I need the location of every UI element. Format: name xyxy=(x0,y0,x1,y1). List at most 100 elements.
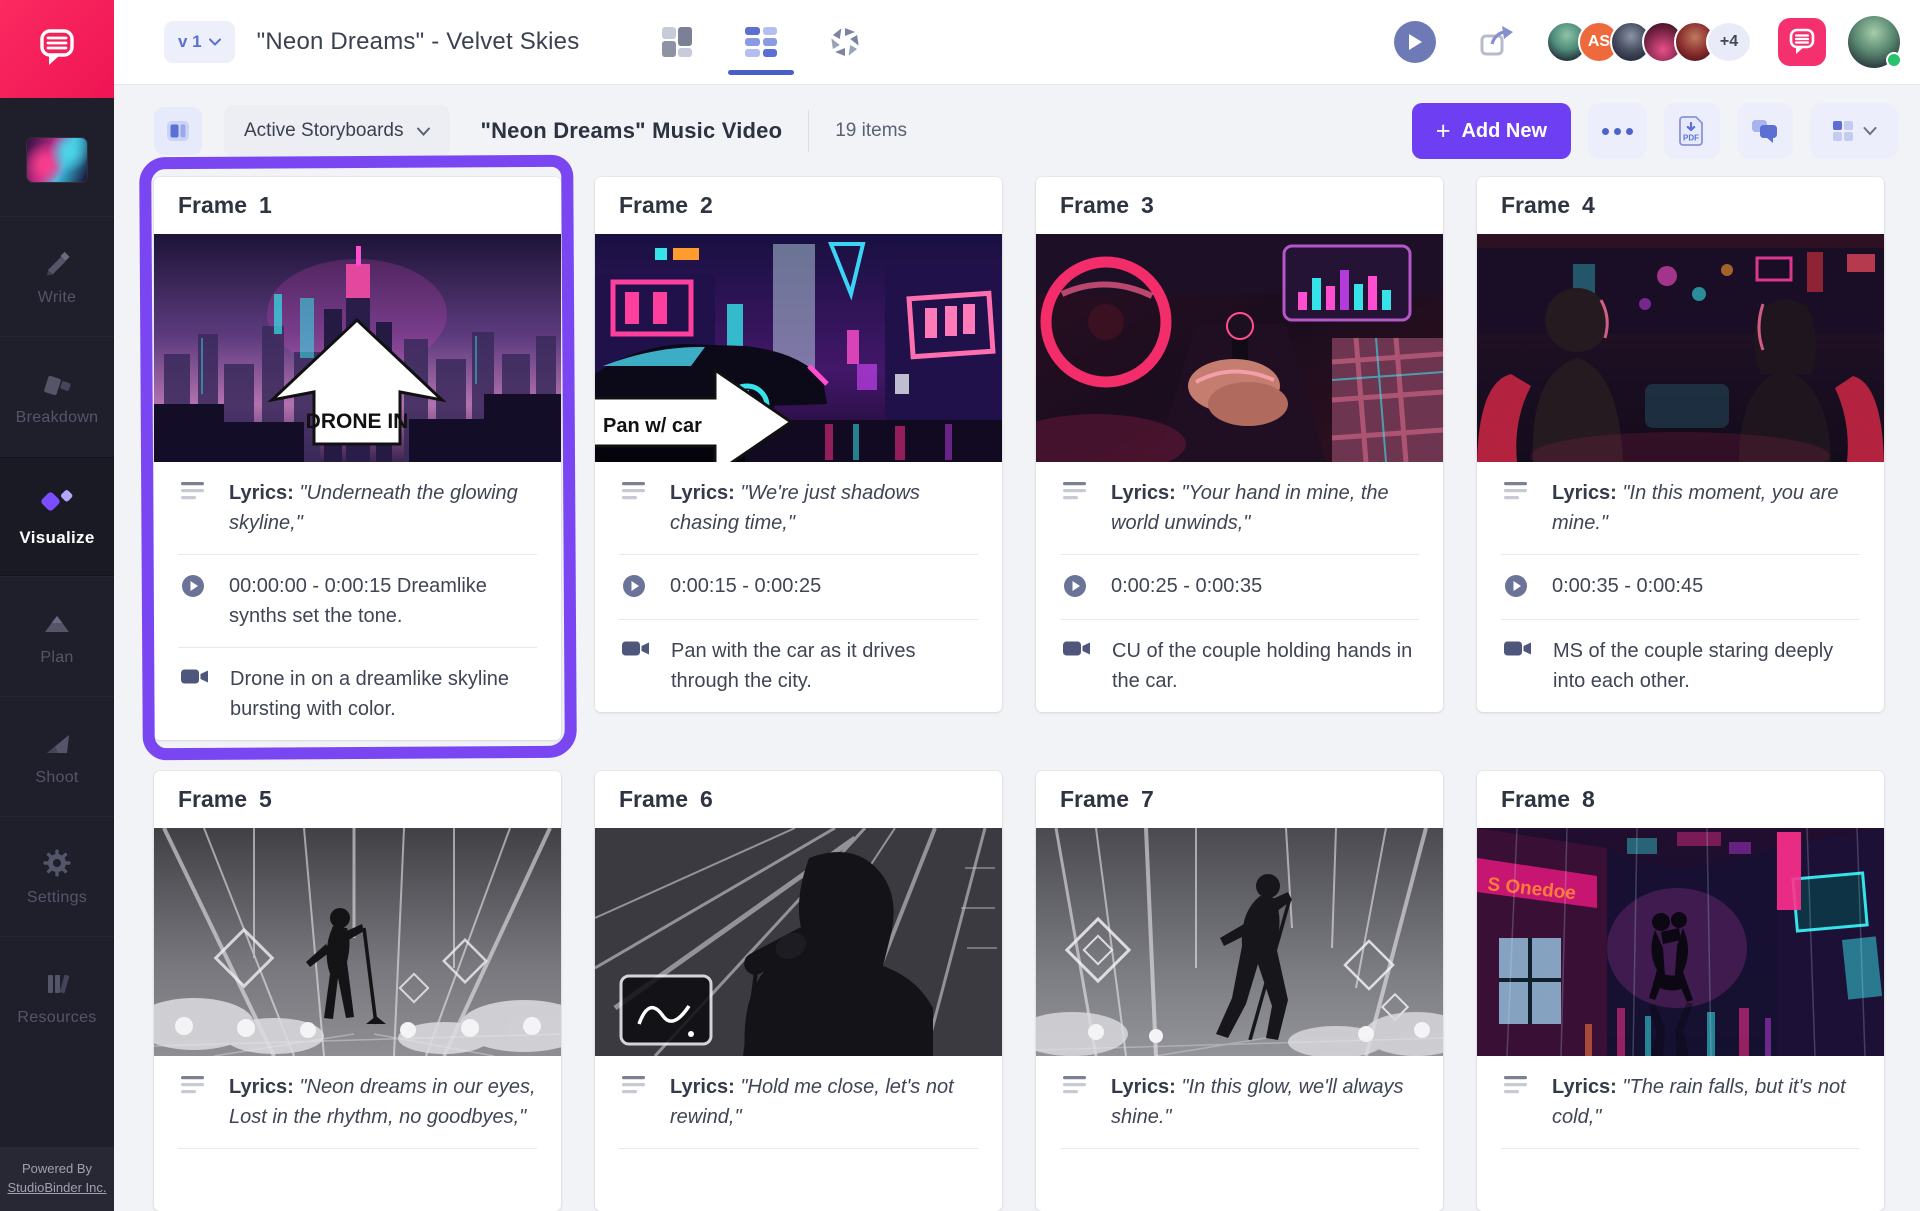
frame-label: Frame xyxy=(1501,192,1570,219)
storyboards-dropdown[interactable]: Active Storyboards xyxy=(224,105,450,157)
add-new-button[interactable]: + Add New xyxy=(1412,103,1571,159)
pencil-icon xyxy=(40,246,74,280)
frame-card-3[interactable]: Frame 3 xyxy=(1036,177,1443,712)
lyrics-row: Lyrics: "In this glow, we'll always shin… xyxy=(1036,1056,1443,1148)
shot-row: CU of the couple holding hands in the ca… xyxy=(1036,620,1443,712)
frame-6-image[interactable] xyxy=(595,828,1002,1056)
frame-card-2[interactable]: Frame 2 xyxy=(595,177,1002,712)
frame-card-1[interactable]: Frame 1 xyxy=(154,177,561,740)
play-circle-icon xyxy=(1063,571,1090,603)
lyrics-row: Lyrics: "Hold me close, let's not rewind… xyxy=(595,1056,1002,1148)
studiobinder-link[interactable]: StudioBinder Inc. xyxy=(4,1178,110,1197)
sidebar-item-label: Breakdown xyxy=(16,409,99,427)
video-camera-icon xyxy=(181,664,209,724)
frame-number: 7 xyxy=(1141,786,1154,813)
grid-layout-icon xyxy=(1831,119,1855,143)
sidebar-item-settings[interactable]: Settings xyxy=(0,816,114,936)
frame-1-image[interactable]: DRONE IN xyxy=(154,234,561,462)
shot-row: MS of the couple staring deeply into eac… xyxy=(1477,620,1884,712)
add-new-label: Add New xyxy=(1461,120,1547,143)
storyboards-dropdown-label: Active Storyboards xyxy=(244,120,403,142)
chat-bubbles-icon xyxy=(1750,117,1780,145)
board-toolbar: Active Storyboards "Neon Dreams" Music V… xyxy=(114,85,1920,177)
play-circle-icon xyxy=(622,571,649,603)
frame-card-5[interactable]: Frame 5 xyxy=(154,771,561,1211)
more-options-button[interactable] xyxy=(1588,103,1647,159)
lyrics-text-icon xyxy=(181,1072,208,1132)
share-icon xyxy=(1474,21,1516,63)
frame-3-image[interactable] xyxy=(1036,234,1443,462)
plan-icon xyxy=(40,606,74,640)
tab-aperture-view[interactable] xyxy=(812,0,878,84)
download-pdf-button[interactable]: PDF xyxy=(1664,103,1720,159)
breakdown-icon xyxy=(40,366,74,400)
project-title: "Neon Dreams" - Velvet Skies xyxy=(257,28,580,56)
comments-button[interactable] xyxy=(1778,18,1826,66)
project-thumbnail[interactable] xyxy=(27,138,87,182)
frame-card-6[interactable]: Frame 6 xyxy=(595,771,1002,1211)
arrow-annotation: Pan w/ car xyxy=(603,415,702,437)
shot-row: Pan with the car as it drives through th… xyxy=(595,620,1002,712)
top-bar: v 1 "Neon Dreams" - Velvet Skies xyxy=(114,0,1920,85)
time-text: 00:00:00 - 0:00:15 Dreamlike synths set … xyxy=(229,571,537,631)
divider xyxy=(808,110,809,152)
play-button[interactable] xyxy=(1394,21,1436,63)
tab-grid-view[interactable] xyxy=(728,0,794,84)
lyrics-label: Lyrics: xyxy=(1552,1076,1617,1098)
online-status-dot xyxy=(1886,52,1902,68)
tab-mosaic-view[interactable] xyxy=(644,0,710,84)
neon-sign xyxy=(621,976,711,1044)
powered-by: Powered By StudioBinder Inc. xyxy=(0,1147,114,1211)
studiobinder-logo[interactable] xyxy=(0,0,114,98)
video-camera-icon xyxy=(1063,636,1091,696)
sidebar-item-resources[interactable]: Resources xyxy=(0,936,114,1056)
sidebar-item-label: Settings xyxy=(27,889,87,907)
lyrics-row: Lyrics: "Underneath the glowing skyline,… xyxy=(154,462,561,554)
frame-number: 2 xyxy=(700,192,713,219)
frame-card-7[interactable]: Frame 7 xyxy=(1036,771,1443,1211)
frame-card-8[interactable]: Frame 8 S Onedoe xyxy=(1477,771,1884,1211)
frame-number: 5 xyxy=(259,786,272,813)
frame-number: 8 xyxy=(1582,786,1595,813)
lyrics-text-icon xyxy=(1063,1072,1090,1132)
time-text: 0:00:25 - 0:00:35 xyxy=(1111,571,1262,603)
grid-view-icon xyxy=(741,22,781,62)
frame-label: Frame xyxy=(1060,192,1129,219)
storyboard-panel-button[interactable] xyxy=(154,107,202,155)
sidebar-item-label: Shoot xyxy=(35,769,78,787)
app-window: Write Breakdown Visualize xyxy=(0,0,1920,1211)
sidebar-item-plan[interactable]: Plan xyxy=(0,576,114,696)
collaborator-avatars[interactable]: AS +4 xyxy=(1546,21,1752,63)
comments-icon xyxy=(1787,27,1817,57)
frame-label: Frame xyxy=(619,786,688,813)
frame-2-image[interactable]: Pan w/ car xyxy=(595,234,1002,462)
frame-8-image[interactable]: S Onedoe xyxy=(1477,828,1884,1056)
frame-7-image[interactable] xyxy=(1036,828,1443,1056)
storyboard-grid: Frame 1 xyxy=(114,177,1920,1211)
sidebar-item-write[interactable]: Write xyxy=(0,216,114,336)
sidebar-item-shoot[interactable]: Shoot xyxy=(0,696,114,816)
lyrics-label: Lyrics: xyxy=(229,1076,294,1098)
share-button[interactable] xyxy=(1474,21,1516,63)
frame-5-image[interactable] xyxy=(154,828,561,1056)
version-dropdown[interactable]: v 1 xyxy=(164,21,235,63)
board-comments-button[interactable] xyxy=(1737,103,1793,159)
lyrics-row: Lyrics: "Your hand in mine, the world un… xyxy=(1036,462,1443,554)
profile-menu[interactable] xyxy=(1848,16,1900,68)
sidebar-item-breakdown[interactable]: Breakdown xyxy=(0,336,114,456)
plaid-skirt xyxy=(1332,338,1443,462)
frame-number: 6 xyxy=(700,786,713,813)
play-circle-icon xyxy=(181,571,208,631)
frame-card-4[interactable]: Frame 4 xyxy=(1477,177,1884,712)
sidebar-item-visualize[interactable]: Visualize xyxy=(0,456,114,576)
lyrics-label: Lyrics: xyxy=(1111,482,1176,504)
view-tabs xyxy=(635,0,887,84)
lyrics-row: Lyrics: "Neon dreams in our eyes, Lost i… xyxy=(154,1056,561,1148)
layout-options-button[interactable] xyxy=(1810,103,1898,159)
sidebar: Write Breakdown Visualize xyxy=(0,0,114,1211)
frame-number: 4 xyxy=(1582,192,1595,219)
timing-row: 0:00:25 - 0:00:35 xyxy=(1036,555,1443,619)
shoot-icon xyxy=(40,726,74,760)
frame-4-image[interactable] xyxy=(1477,234,1884,462)
powered-by-line1: Powered By xyxy=(4,1159,110,1178)
